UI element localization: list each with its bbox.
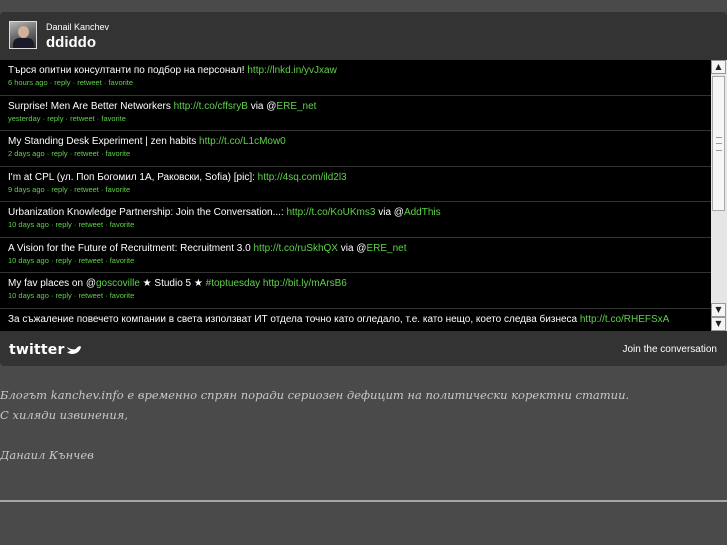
tweet-link[interactable]: http://t.co/L1cMow0 <box>199 136 286 147</box>
blog-notice: Блогът kanchev.info е временно спрян пор… <box>0 385 629 465</box>
scroll-down-button[interactable]: ▼ <box>711 303 726 317</box>
tweet-meta: 10 days ago · reply · retweet · favorite <box>8 291 703 301</box>
tweet-item: Търся опитни консултанти по подбор на пе… <box>0 60 711 96</box>
user-name[interactable]: Danail Kanchev <box>46 22 109 32</box>
tweet-item: За съжаление повечето компании в света и… <box>0 309 711 332</box>
tweet-link[interactable]: http://t.co/RHEFSxA <box>580 314 669 325</box>
tweet-body: I'm at CPL (ул. Поп Богомил 1А, Раковски… <box>8 171 258 183</box>
tweet-text: My fav places on @goscoville ★ Studio 5 … <box>8 278 703 290</box>
tweet-text: A Vision for the Future of Recruitment: … <box>8 243 703 255</box>
scroll-grip-icon <box>716 137 722 151</box>
tweet-link[interactable]: http://t.co/KoUKms3 <box>287 207 376 218</box>
tweet-link[interactable]: http://lnkd.in/yvJxaw <box>247 65 336 76</box>
tweet-time[interactable]: 6 hours ago <box>8 78 48 87</box>
tweet-scrollbar[interactable]: ▲ ▼ ▼ <box>711 60 727 331</box>
tweet-time[interactable]: 10 days ago <box>8 220 49 229</box>
tweet-meta: 9 days ago · reply · retweet · favorite <box>8 185 703 195</box>
tweet-actions[interactable]: · reply · retweet · favorite <box>41 114 126 123</box>
tweet-item: Urbanization Knowledge Partnership: Join… <box>0 202 711 238</box>
notice-line-2: С хиляди извинения, <box>0 408 129 422</box>
tweet-text: Търся опитни консултанти по подбор на пе… <box>8 65 703 77</box>
join-conversation-link[interactable]: Join the conversation <box>622 344 717 355</box>
twitter-bird-icon <box>67 346 81 354</box>
tweet-actions[interactable]: · reply · retweet · favorite <box>45 185 130 194</box>
tweet-link[interactable]: http://4sq.com/ild2l3 <box>258 172 347 183</box>
tweet-text: Urbanization Knowledge Partnership: Join… <box>8 207 703 219</box>
tweet-item: My fav places on @goscoville ★ Studio 5 … <box>0 273 711 309</box>
tweet-mention[interactable]: ERE_net <box>366 243 406 254</box>
notice-line-1: Блогът kanchev.info е временно спрян пор… <box>0 388 630 402</box>
tweet-actions[interactable]: · reply · retweet · favorite <box>49 220 134 229</box>
tweet-meta: yesterday · reply · retweet · favorite <box>8 114 703 124</box>
tweet-time[interactable]: 9 days ago <box>8 185 45 194</box>
avatar-face <box>18 26 29 38</box>
tweet-via: via @ <box>375 207 404 218</box>
tweet-time[interactable]: 10 days ago <box>8 256 49 265</box>
twitter-widget: Danail Kanchev ddiddo Търся опитни консу… <box>0 12 727 366</box>
tweet-item: I'm at CPL (ул. Поп Богомил 1А, Раковски… <box>0 167 711 202</box>
tweet-actions[interactable]: · reply · retweet · favorite <box>49 291 134 300</box>
tweet-item: Surprise! Men Are Better Networkers http… <box>0 96 711 131</box>
widget-header: Danail Kanchev ddiddo <box>0 12 727 58</box>
tweet-actions[interactable]: · reply · retweet · favorite <box>45 149 130 158</box>
tweet-body: A Vision for the Future of Recruitment: … <box>8 242 254 254</box>
tweet-item: My Standing Desk Experiment | zen habits… <box>0 131 711 167</box>
tweet-meta: 6 hours ago · reply · retweet · favorite <box>8 78 703 88</box>
scroll-thumb[interactable] <box>712 76 725 211</box>
tweet-text: За съжаление повечето компании в света и… <box>8 314 698 326</box>
tweet-time[interactable]: yesterday <box>8 114 41 123</box>
tweet-meta: 10 days ago · reply · retweet · favorite <box>8 220 703 230</box>
widget-footer: twitter Join the conversation <box>0 336 727 366</box>
tweet-mention[interactable]: AddThis <box>404 207 441 218</box>
tweet-body-cont: ★ Studio 5 ★ <box>139 278 206 289</box>
notice-signature: Данаил Кънчев <box>0 448 94 462</box>
avatar-suit <box>13 38 34 48</box>
avatar[interactable] <box>9 21 37 49</box>
divider <box>0 500 727 502</box>
tweet-link[interactable]: http://t.co/ruSkhQX <box>253 243 337 254</box>
tweet-via: via @ <box>337 242 367 254</box>
tweet-actions[interactable]: · reply · retweet · favorite <box>49 256 134 265</box>
tweet-meta: 2 days ago · reply · retweet · favorite <box>8 149 703 159</box>
tweet-body: За съжаление повечето компании в света и… <box>8 313 580 325</box>
tweet-time[interactable]: 10 days ago <box>8 291 49 300</box>
twitter-logo[interactable]: twitter <box>9 342 65 358</box>
tweet-body: Търся опитни консултанти по подбор на пе… <box>8 65 248 76</box>
tweet-body: Surprise! Men Are Better Networkers <box>8 100 174 112</box>
tweet-text: Surprise! Men Are Better Networkers http… <box>8 101 703 113</box>
tweet-via: via @ <box>247 100 277 112</box>
tweet-time[interactable]: 2 days ago <box>8 149 45 158</box>
tweet-text: My Standing Desk Experiment | zen habits… <box>8 136 703 148</box>
screen-name[interactable]: ddiddo <box>46 34 96 51</box>
scroll-down-button-2[interactable]: ▼ <box>711 317 726 331</box>
tweet-link[interactable]: http://t.co/cffsryB <box>174 101 248 112</box>
tweet-meta: 10 days ago · reply · retweet · favorite <box>8 256 703 266</box>
tweet-mention[interactable]: ERE_net <box>276 101 316 112</box>
tweet-mention[interactable]: goscoville <box>96 278 140 289</box>
tweet-link[interactable]: #toptuesday http://bit.ly/mArsB6 <box>206 278 347 289</box>
tweet-list[interactable]: Търся опитни консултанти по подбор на пе… <box>0 60 711 331</box>
tweet-item: A Vision for the Future of Recruitment: … <box>0 238 711 273</box>
tweet-body: My Standing Desk Experiment | zen habits <box>8 136 200 147</box>
scroll-up-button[interactable]: ▲ <box>711 60 726 74</box>
tweet-body: Urbanization Knowledge Partnership: Join… <box>8 207 287 218</box>
top-strip <box>0 0 727 12</box>
tweet-body: My fav places on @ <box>8 278 96 289</box>
tweet-text: I'm at CPL (ул. Поп Богомил 1А, Раковски… <box>8 172 703 184</box>
tweet-actions[interactable]: · reply · retweet · favorite <box>48 78 133 87</box>
